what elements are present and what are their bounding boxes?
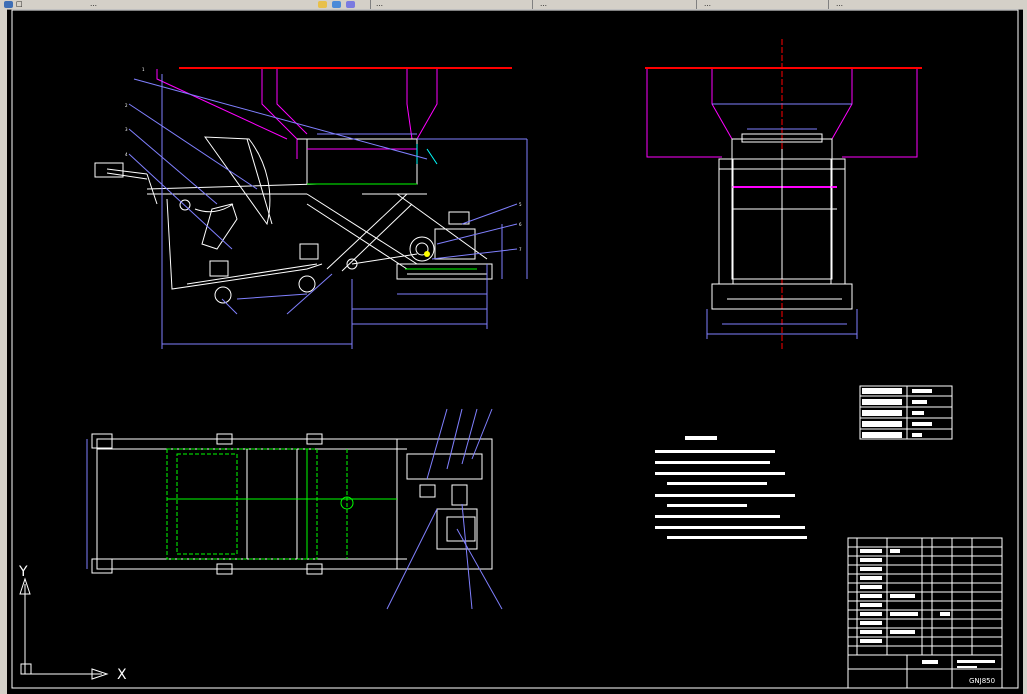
svg-text:6: 6: [519, 222, 522, 227]
ucs-x-label: X: [117, 667, 127, 683]
file-icon[interactable]: [4, 1, 13, 8]
front-view: 1 2 3 4 5 6 7: [94, 67, 528, 349]
left-frame-strip: [0, 9, 7, 694]
cad-drawing: 1 2 3 4 5 6 7 GNJ850 Y X: [11, 9, 1019, 689]
layer-icon[interactable]: [318, 1, 327, 8]
svg-text:1: 1: [142, 67, 145, 72]
top-view: [86, 408, 503, 610]
color-dropdown[interactable]: …: [540, 0, 690, 8]
svg-text:2: 2: [125, 103, 128, 108]
title-block: GNJ850: [847, 537, 1003, 689]
lineweight-dropdown[interactable]: …: [836, 0, 896, 8]
linetype-dropdown[interactable]: …: [704, 0, 824, 8]
svg-text:7: 7: [519, 247, 522, 252]
layer-dropdown[interactable]: …: [376, 0, 526, 8]
lock-icon[interactable]: [346, 1, 355, 8]
sun-icon[interactable]: [332, 1, 341, 8]
side-view: [645, 39, 922, 349]
toolbar-item[interactable]: …: [90, 0, 180, 8]
svg-text:4: 4: [125, 152, 128, 157]
ucs-y-label: Y: [18, 564, 28, 580]
svg-text:3: 3: [125, 127, 128, 132]
drawing-number: GNJ850: [969, 677, 995, 685]
parameter-table: [859, 385, 953, 440]
toolbar-item[interactable]: □: [16, 0, 56, 8]
technical-notes: [655, 436, 807, 539]
drawing-canvas[interactable]: 1 2 3 4 5 6 7 GNJ850 Y X: [7, 9, 1023, 694]
right-frame-strip: [1023, 9, 1027, 694]
svg-text:5: 5: [519, 202, 522, 207]
ucs-icon: Y X: [18, 564, 127, 683]
